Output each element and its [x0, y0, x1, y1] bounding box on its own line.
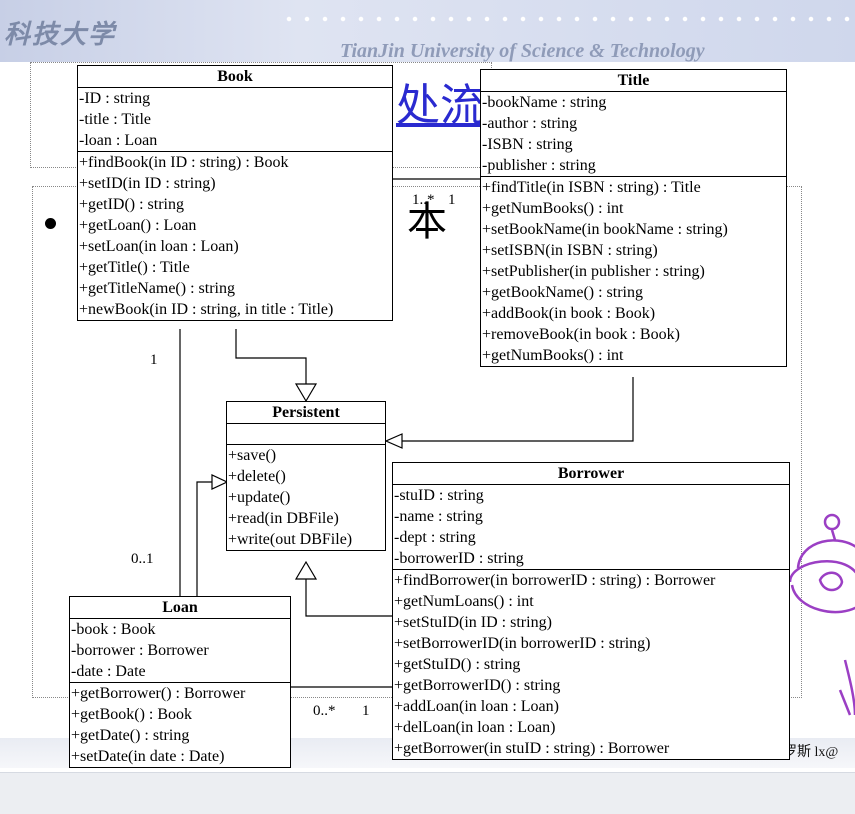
class-persistent: Persistent +save() +delete() +update() +read…: [226, 401, 386, 551]
class-name: Borrower: [393, 463, 789, 485]
attributes-compartment: -bookName : string -author : string -ISBN …: [481, 92, 786, 177]
attributes-compartment: -ID : string -title : Title -loan : Loan: [78, 88, 392, 152]
inherit-arrow-borrower: [294, 560, 318, 580]
attribute-row: -stuID : string: [394, 487, 484, 504]
attributes-compartment: [227, 424, 385, 445]
operation-row: +newBook(in ID : string, in title : Titl…: [79, 301, 334, 318]
operation-row: +getLoan() : Loan: [79, 217, 197, 234]
inherit-arrow-book: [294, 383, 318, 403]
mult-book-loan-opt: 0..1: [131, 551, 154, 567]
operation-row: +getBorrower(in stuID : string) : Borrow…: [394, 740, 670, 757]
operation-row: +setISBN(in ISBN : string): [482, 242, 658, 259]
operation-row: +removeBook(in book : Book): [482, 326, 680, 343]
inherit-arrow-title: [384, 433, 403, 449]
operation-row: +getBorrower() : Borrower: [71, 685, 246, 702]
attribute-row: -date : Date: [71, 663, 146, 680]
operation-row: +setLoan(in loan : Loan): [79, 238, 239, 255]
operation-row: +write(out DBFile): [228, 531, 353, 548]
attribute-row: -ISBN : string: [482, 136, 573, 153]
attributes-compartment: -stuID : string -name : string -dept : str…: [393, 485, 789, 570]
operations-compartment: +findTitle(in ISBN : string) : Title +get…: [481, 177, 786, 366]
operation-row: +setStuID(in ID : string): [394, 614, 552, 631]
operations-compartment: +getBorrower() : Borrower +getBook() : Bo…: [70, 683, 290, 767]
operation-row: +getID() : string: [79, 196, 184, 213]
mult-book-title-many: 1..*: [412, 192, 435, 208]
attribute-row: -borrower : Borrower: [71, 642, 209, 659]
operation-row: +getStuID() : string: [394, 656, 521, 673]
attribute-row: -bookName : string: [482, 94, 607, 111]
attribute-row: -borrowerID : string: [394, 550, 524, 567]
mult-loan-borrower-one: 1: [362, 703, 370, 719]
operation-row: +getNumBooks() : int: [482, 200, 624, 217]
inherit-arrow-loan: [211, 474, 229, 490]
operation-row: +update(): [228, 489, 291, 506]
operation-row: +getNumLoans() : int: [394, 593, 534, 610]
mult-book-title-one: 1: [448, 192, 456, 208]
attribute-row: -name : string: [394, 508, 483, 525]
operation-row: +delLoan(in loan : Loan): [394, 719, 556, 736]
operation-row: +getBorrowerID() : string: [394, 677, 561, 694]
mult-book-loan-one: 1: [150, 352, 158, 368]
inherit-loan-persistent: [196, 481, 212, 596]
operation-row: +setBorrowerID(in borrowerID : string): [394, 635, 651, 652]
operation-row: +getTitleName() : string: [79, 280, 235, 297]
attribute-row: -loan : Loan: [79, 132, 158, 149]
attribute-row: -author : string: [482, 115, 578, 132]
attribute-row: -publisher : string: [482, 157, 596, 174]
operation-row: +read(in DBFile): [228, 510, 339, 527]
inherit-borrower-persistent: [305, 579, 393, 617]
operation-row: +getBookName() : string: [482, 284, 643, 301]
class-name: Book: [78, 66, 392, 88]
class-title: Title -bookName : string -author : string -…: [480, 69, 787, 367]
class-name: Title: [481, 70, 786, 92]
attribute-row: -dept : string: [394, 529, 476, 546]
class-name: Persistent: [227, 402, 385, 424]
class-book: Book -ID : string -title : Title -loan : Lo…: [77, 65, 393, 321]
operation-row: +addBook(in book : Book): [482, 305, 656, 322]
inherit-title-persistent: [402, 377, 634, 442]
operation-row: +getNumBooks() : int: [482, 347, 624, 364]
mult-loan-borrower-many: 0..*: [313, 703, 336, 719]
operation-row: +save(): [228, 447, 277, 464]
attributes-compartment: -book : Book -borrower : Borrower -date : …: [70, 619, 290, 683]
operation-row: +findBook(in ID : string) : Book: [79, 154, 289, 171]
class-borrower: Borrower -stuID : string -name : string -de…: [392, 462, 790, 760]
attribute-row: -ID : string: [79, 90, 151, 107]
operation-row: +getDate() : string: [71, 727, 190, 744]
operation-row: +delete(): [228, 468, 286, 485]
operation-row: +setBookName(in bookName : string): [482, 221, 728, 238]
operation-row: +setPublisher(in publisher : string): [482, 263, 705, 280]
operations-compartment: +findBorrower(in borrowerID : string) : …: [393, 570, 789, 759]
operation-row: +addLoan(in loan : Loan): [394, 698, 559, 715]
operation-row: +getBook() : Book: [71, 706, 193, 723]
operation-row: +findBorrower(in borrowerID : string) : …: [394, 572, 716, 589]
class-loan: Loan -book : Book -borrower : Borrower -dat…: [69, 596, 291, 768]
attribute-row: -title : Title: [79, 111, 152, 128]
inherit-book-persistent: [235, 329, 307, 384]
operations-compartment: +save() +delete() +update() +read(in DBFile…: [227, 445, 385, 550]
slide: 科技大学 TianJin University of Science & Tec…: [0, 0, 855, 814]
operation-row: +setID(in ID : string): [79, 175, 216, 192]
class-name: Loan: [70, 597, 290, 619]
operations-compartment: +findBook(in ID : string) : Book +setID(i…: [78, 152, 392, 320]
attribute-row: -book : Book: [71, 621, 156, 638]
operation-row: +setDate(in date : Date): [71, 748, 225, 765]
operation-row: +findTitle(in ISBN : string) : Title: [482, 179, 701, 196]
operation-row: +getTitle() : Title: [79, 259, 190, 276]
